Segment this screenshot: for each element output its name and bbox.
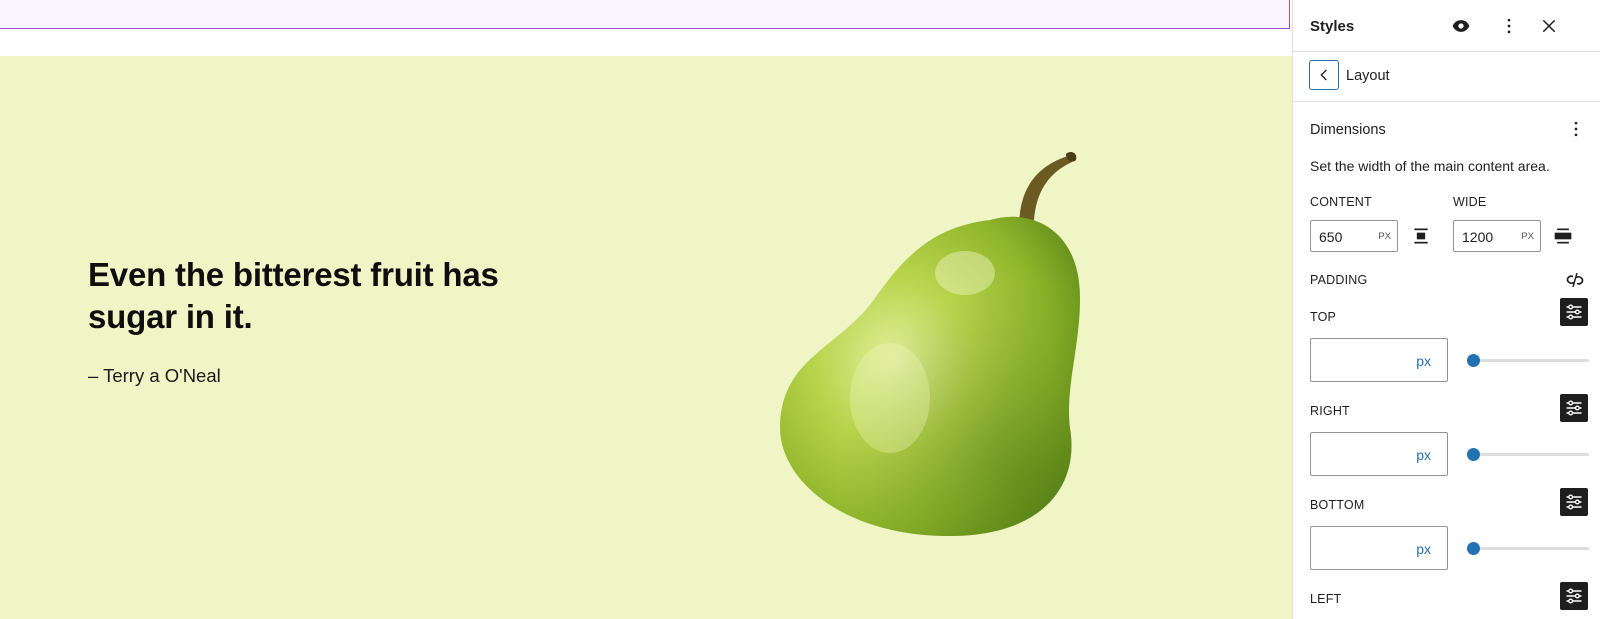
slider-track bbox=[1467, 453, 1589, 456]
chevron-left-icon bbox=[1320, 69, 1327, 81]
justify-center-icon[interactable] bbox=[1409, 224, 1433, 248]
padding-left-label: LEFT bbox=[1310, 592, 1342, 606]
padding-top-label: TOP bbox=[1310, 310, 1337, 324]
editor-canvas: Even the bitterest fruit has sugar in it… bbox=[0, 0, 1292, 619]
padding-right-input[interactable]: px bbox=[1310, 432, 1448, 476]
padding-bottom-input[interactable]: px bbox=[1310, 526, 1448, 570]
slider-track bbox=[1467, 547, 1589, 550]
dimensions-title: Dimensions bbox=[1310, 122, 1386, 138]
content-width-value: 650 bbox=[1319, 229, 1343, 245]
slider-thumb[interactable] bbox=[1467, 448, 1480, 461]
sliders-icon bbox=[1566, 304, 1582, 320]
close-icon[interactable] bbox=[1536, 13, 1562, 39]
padding-label: PADDING bbox=[1310, 273, 1368, 287]
sliders-icon bbox=[1566, 588, 1582, 604]
back-button[interactable] bbox=[1309, 60, 1339, 90]
quote-citation[interactable]: – Terry a O'Neal bbox=[88, 365, 221, 387]
nav-title: Layout bbox=[1346, 68, 1390, 84]
more-vertical-icon[interactable] bbox=[1563, 116, 1589, 142]
pear-illustration bbox=[780, 152, 1080, 536]
dimensions-description: Set the width of the main content area. bbox=[1310, 158, 1550, 174]
wide-label: WIDE bbox=[1453, 195, 1487, 209]
padding-right-unit[interactable]: px bbox=[1416, 447, 1431, 463]
more-vertical-icon[interactable] bbox=[1496, 13, 1522, 39]
eye-icon[interactable] bbox=[1448, 13, 1474, 39]
navigation-row: Layout bbox=[1293, 52, 1600, 102]
sidebar-header: Styles bbox=[1293, 0, 1600, 52]
wide-width-value: 1200 bbox=[1462, 229, 1494, 245]
padding-top-options-button[interactable] bbox=[1560, 298, 1588, 326]
sliders-icon bbox=[1566, 494, 1582, 510]
stretch-wide-icon[interactable] bbox=[1551, 224, 1575, 248]
padding-bottom-options-button[interactable] bbox=[1560, 488, 1588, 516]
styles-sidebar: Styles Layout Dimensions Set the width o… bbox=[1292, 0, 1600, 619]
padding-top-slider[interactable] bbox=[1467, 353, 1589, 367]
padding-bottom-label: BOTTOM bbox=[1310, 498, 1365, 512]
padding-right-options-button[interactable] bbox=[1560, 394, 1588, 422]
padding-bottom-unit[interactable]: px bbox=[1416, 541, 1431, 557]
content-width-input[interactable]: 650 PX bbox=[1310, 220, 1398, 252]
wide-width-unit[interactable]: PX bbox=[1521, 231, 1534, 242]
padding-right-label: RIGHT bbox=[1310, 404, 1350, 418]
padding-top-input[interactable]: px bbox=[1310, 338, 1448, 382]
slider-track bbox=[1467, 359, 1589, 362]
padding-left-options-button[interactable] bbox=[1560, 582, 1588, 610]
content-label: CONTENT bbox=[1310, 195, 1372, 209]
selected-block[interactable] bbox=[0, 0, 1290, 29]
padding-right-slider[interactable] bbox=[1467, 447, 1589, 461]
sliders-icon bbox=[1566, 400, 1582, 416]
content-width-unit[interactable]: PX bbox=[1378, 231, 1391, 242]
padding-top-unit[interactable]: px bbox=[1416, 353, 1431, 369]
sidebar-title: Styles bbox=[1310, 18, 1355, 35]
slider-thumb[interactable] bbox=[1467, 542, 1480, 555]
slider-thumb[interactable] bbox=[1467, 354, 1480, 367]
padding-bottom-slider[interactable] bbox=[1467, 541, 1589, 555]
unlink-icon[interactable] bbox=[1563, 268, 1587, 292]
wide-width-input[interactable]: 1200 PX bbox=[1453, 220, 1541, 252]
quote-heading[interactable]: Even the bitterest fruit has sugar in it… bbox=[88, 254, 558, 338]
